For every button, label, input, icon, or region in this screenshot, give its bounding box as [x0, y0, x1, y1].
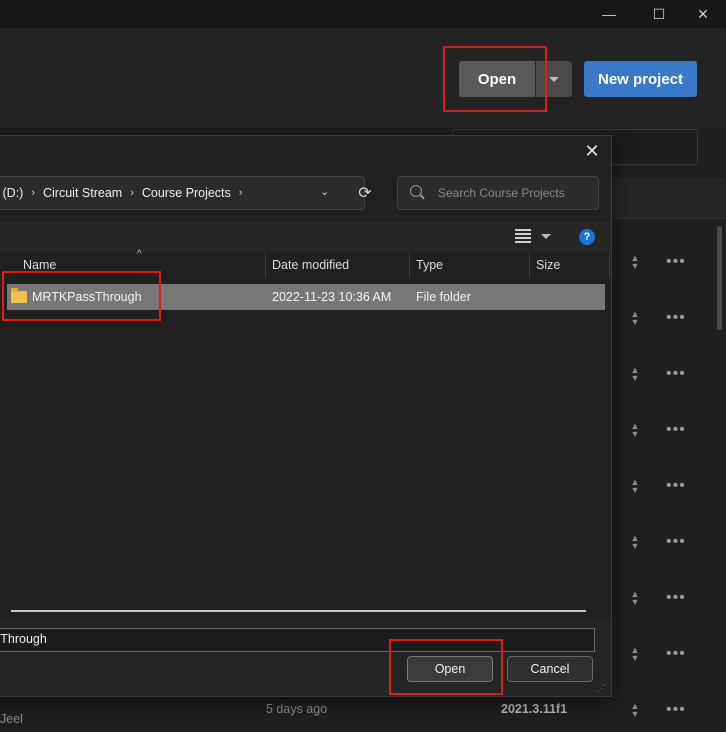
highlight-dialog-open: [389, 639, 503, 695]
column-size[interactable]: Size: [536, 252, 560, 278]
chevron-right-icon[interactable]: ›: [31, 187, 35, 199]
search-placeholder: Search Course Projects: [438, 186, 565, 200]
project-modified: 5 days ago: [266, 702, 328, 716]
more-options-icon[interactable]: •••: [666, 590, 686, 606]
help-icon[interactable]: ?: [579, 229, 595, 245]
more-options-icon[interactable]: •••: [666, 534, 686, 550]
breadcrumb-drive[interactable]: N (D:): [0, 186, 23, 200]
dialog-cancel-button[interactable]: Cancel: [507, 656, 593, 682]
column-date-modified[interactable]: Date modified: [272, 252, 349, 278]
file-name-value: sThrough: [0, 632, 47, 646]
project-row-controls: ▲ ▼ •••: [624, 252, 704, 272]
reorder-icon[interactable]: ▲ ▼: [624, 254, 646, 271]
maximize-icon[interactable]: ☐: [636, 0, 682, 28]
file-date: 2022-11-23 10:36 AM: [272, 290, 392, 304]
view-details-icon[interactable]: [515, 229, 531, 243]
chevron-right-icon[interactable]: ›: [239, 187, 243, 199]
projects-scrollbar[interactable]: [717, 226, 722, 330]
column-type[interactable]: Type: [416, 252, 443, 278]
project-row-controls: ▲ ▼ •••: [624, 588, 704, 608]
reorder-icon[interactable]: ▲ ▼: [624, 702, 646, 719]
column-divider[interactable]: [529, 252, 530, 278]
refresh-icon[interactable]: ⟳: [355, 183, 375, 203]
reorder-icon[interactable]: ▲ ▼: [624, 534, 646, 551]
horizontal-scrollbar[interactable]: [11, 610, 586, 612]
more-options-icon[interactable]: •••: [666, 310, 686, 326]
reorder-icon[interactable]: ▲ ▼: [624, 478, 646, 495]
project-row-controls: ▲ ▼ •••: [624, 364, 704, 384]
chevron-right-icon[interactable]: ›: [130, 187, 134, 199]
window-close-icon[interactable]: ✕: [680, 0, 726, 28]
breadcrumb: N (D:) › Circuit Stream › Course Project…: [0, 177, 250, 209]
more-options-icon[interactable]: •••: [666, 366, 686, 382]
project-row-controls: ▲ ▼ •••: [624, 532, 704, 552]
project-row-controls: ▲ ▼ •••: [624, 420, 704, 440]
breadcrumb-circuit-stream[interactable]: Circuit Stream: [43, 186, 122, 200]
column-divider: [609, 252, 610, 278]
minimize-icon[interactable]: —: [586, 0, 632, 28]
more-options-icon[interactable]: •••: [666, 422, 686, 438]
column-divider[interactable]: [409, 252, 410, 278]
project-row-controls: ▲ ▼ •••: [624, 476, 704, 496]
project-row-controls: ▲ ▼ •••: [624, 308, 704, 328]
dialog-toolbar: ?: [0, 222, 611, 252]
resize-grip-icon[interactable]: ⋰: [597, 683, 606, 694]
reorder-icon[interactable]: ▲ ▼: [624, 590, 646, 607]
reorder-icon[interactable]: ▲ ▼: [624, 422, 646, 439]
project-row-controls: ▲ ▼ •••: [624, 700, 704, 720]
project-editor-version: 2021.3.11f1: [501, 702, 568, 716]
sort-ascending-icon: ^: [137, 249, 142, 260]
new-project-button[interactable]: New project: [584, 61, 697, 97]
more-options-icon[interactable]: •••: [666, 254, 686, 270]
reorder-icon[interactable]: ▲ ▼: [624, 366, 646, 383]
dialog-close-icon[interactable]: ✕: [579, 140, 605, 162]
highlight-hub-open: [443, 46, 547, 112]
column-divider[interactable]: [265, 252, 266, 278]
hub-titlebar: — ☐ ✕: [0, 0, 726, 28]
project-row-controls: ▲ ▼ •••: [624, 644, 704, 664]
more-options-icon[interactable]: •••: [666, 478, 686, 494]
project-name: Jeel: [0, 712, 23, 726]
folder-search-input[interactable]: Search Course Projects: [397, 176, 599, 210]
chevron-down-icon: [549, 76, 559, 82]
view-options-chevron-icon[interactable]: [541, 234, 551, 239]
more-options-icon[interactable]: •••: [666, 646, 686, 662]
file-name-input[interactable]: sThrough: [0, 628, 595, 652]
reorder-icon[interactable]: ▲ ▼: [624, 310, 646, 327]
reorder-icon[interactable]: ▲ ▼: [624, 646, 646, 663]
breadcrumb-course-projects[interactable]: Course Projects: [142, 186, 231, 200]
search-icon: [410, 185, 422, 197]
file-type: File folder: [416, 290, 471, 304]
more-options-icon[interactable]: •••: [666, 702, 686, 718]
address-bar[interactable]: N (D:) › Circuit Stream › Course Project…: [0, 176, 365, 210]
address-history-chevron-icon[interactable]: ⌄: [320, 185, 329, 198]
open-file-dialog: ✕ N (D:) › Circuit Stream › Course Proje…: [0, 135, 612, 697]
dialog-footer: sThrough Open Cancel ⋰: [0, 618, 611, 696]
highlight-folder: [2, 271, 161, 321]
